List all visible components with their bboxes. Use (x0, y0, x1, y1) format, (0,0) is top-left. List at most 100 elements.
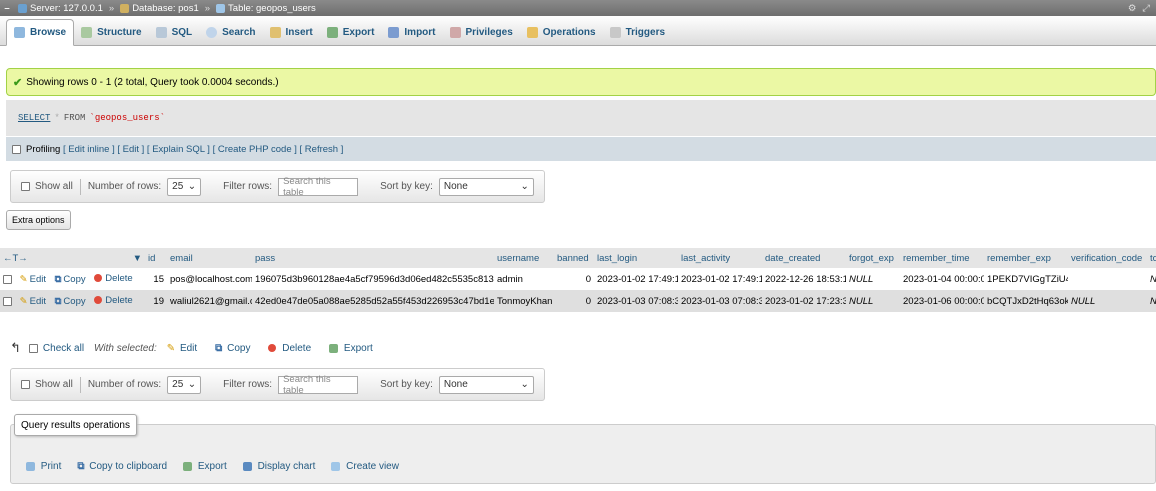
cell-pass[interactable]: 196075d3b960128ae4a5cf79596d3d06ed482c55… (252, 268, 494, 290)
check-all-checkbox[interactable] (28, 343, 38, 353)
extra-options-button[interactable]: Extra options (6, 210, 71, 230)
bulk-copy-button[interactable]: ⧉ Copy (215, 343, 250, 354)
cell-last-login[interactable]: 2023-01-03 07:08:37 (594, 290, 678, 312)
tab-sql[interactable]: SQL (149, 19, 200, 45)
profiling-checkbox[interactable] (12, 144, 21, 154)
column-header-pass[interactable]: pass (252, 248, 494, 268)
column-header-id[interactable]: id (145, 248, 167, 268)
cell-pass[interactable]: 42ed0e47de05a088ae5285d52a55f453d226953c… (252, 290, 494, 312)
row-copy-button[interactable]: ⧉ Copy (55, 296, 86, 307)
show-all-checkbox[interactable] (21, 380, 30, 389)
chevron-down-icon: ⌄ (520, 379, 529, 390)
row-delete-button[interactable]: Delete (94, 273, 133, 284)
tab-privileges[interactable]: Privileges (443, 19, 520, 45)
tab-triggers[interactable]: Triggers (603, 19, 672, 45)
success-message: ✔ Showing rows 0 - 1 (2 total, Query too… (6, 68, 1156, 96)
cell-remember-time[interactable]: 2023-01-06 00:00:00 (900, 290, 984, 312)
breadcrumb-database[interactable]: Database: pos1 (120, 3, 199, 14)
column-header-username[interactable]: username (494, 248, 554, 268)
cell-banned[interactable]: 0 (554, 290, 594, 312)
number-of-rows-select[interactable]: 25 ⌄ (167, 177, 202, 196)
column-arrows[interactable]: ←T→ ▼ (0, 248, 145, 268)
collapse-arrows-icon[interactable]: ⤢ (1142, 3, 1150, 14)
settings-gear-icon[interactable]: ⚙ (1128, 3, 1137, 14)
filter-rows-input[interactable]: Search this table (278, 374, 359, 396)
copy-icon: ⧉ (215, 342, 223, 354)
navigation-panel-bottom: Show all Number of rows: 25 ⌄ Filter rows… (10, 368, 545, 401)
operations-icon (526, 26, 538, 38)
cell-to[interactable]: N (1147, 290, 1156, 312)
cell-last-login[interactable]: 2023-01-02 17:49:16 (594, 268, 678, 290)
cell-id[interactable]: 15 (145, 268, 167, 290)
column-header-last-activity[interactable]: last_activity (678, 248, 762, 268)
tab-structure[interactable]: Structure (74, 19, 148, 45)
bulk-edit-button[interactable]: ✎ Edit (167, 343, 197, 354)
column-header-email[interactable]: email (167, 248, 252, 268)
tab-search[interactable]: Search (199, 19, 262, 45)
cell-verification-code[interactable]: NULL (1068, 290, 1147, 312)
column-header-date-created[interactable]: date_created (762, 248, 846, 268)
tab-operations[interactable]: Operations (520, 19, 603, 45)
print-link[interactable]: Print (26, 461, 61, 472)
filter-rows-input[interactable]: Search this table (278, 176, 359, 198)
row-delete-button[interactable]: Delete (94, 295, 133, 306)
cell-id[interactable]: 19 (145, 290, 167, 312)
bulk-delete-button[interactable]: Delete (268, 343, 311, 354)
display-chart-link[interactable]: Display chart (242, 461, 315, 472)
column-header-remember-exp[interactable]: remember_exp (984, 248, 1068, 268)
pencil-icon: ✎ (19, 296, 28, 308)
sort-down-icon[interactable]: ▼ (133, 253, 142, 264)
column-header-remember-time[interactable]: remember_time (900, 248, 984, 268)
query-links[interactable]: [ Edit inline ] [ Edit ] [ Explain SQL ]… (63, 144, 343, 155)
query-operations-links: Print ⧉ Copy to clipboard Export Display… (26, 458, 415, 474)
collapse-icon[interactable]: – (2, 3, 12, 14)
cell-username[interactable]: TonmoyKhan (494, 290, 554, 312)
breadcrumb-server[interactable]: Server: 127.0.0.1 (18, 3, 103, 14)
cell-last-activity[interactable]: 2023-01-02 17:49:16 (678, 268, 762, 290)
cell-forgot-exp[interactable]: NULL (846, 268, 900, 290)
tab-export[interactable]: Export (320, 19, 382, 45)
breadcrumb-table[interactable]: Table: geopos_users (216, 3, 316, 14)
copy-to-clipboard-link[interactable]: ⧉ Copy to clipboard (77, 461, 167, 472)
bulk-export-button[interactable]: Export (329, 343, 373, 354)
column-header-last-login[interactable]: last_login (594, 248, 678, 268)
delete-icon (268, 344, 277, 352)
cell-date-created[interactable]: 2022-12-26 18:53:13 (762, 268, 846, 290)
column-header-verification-code[interactable]: verification_code (1068, 248, 1147, 268)
create-view-link[interactable]: Create view (331, 461, 399, 472)
structure-icon (81, 26, 93, 38)
row-edit-button[interactable]: ✎ Edit (20, 296, 46, 307)
sort-by-key-select[interactable]: None ⌄ (438, 375, 534, 394)
cell-username[interactable]: admin (494, 268, 554, 290)
table-row: ✎ Edit ⧉ Copy Delete 15 pos@localhost.com … (0, 268, 1156, 290)
cell-remember-exp[interactable]: 1PEKD7VIGgTZiU4F (984, 268, 1068, 290)
insert-icon (269, 26, 281, 38)
tab-browse[interactable]: Browse (6, 19, 75, 46)
cell-banned[interactable]: 0 (554, 268, 594, 290)
cell-verification-code[interactable] (1068, 268, 1147, 290)
cell-forgot-exp[interactable]: NULL (846, 290, 900, 312)
column-header-banned[interactable]: banned (554, 248, 594, 268)
number-of-rows-select[interactable]: 25 ⌄ (167, 375, 202, 394)
cell-remember-exp[interactable]: bCQTJxD2tHq63oku (984, 290, 1068, 312)
cell-date-created[interactable]: 2023-01-02 17:23:34 (762, 290, 846, 312)
column-header-forgot-exp[interactable]: forgot_exp (846, 248, 900, 268)
cell-last-activity[interactable]: 2023-01-03 07:08:37 (678, 290, 762, 312)
tab-insert[interactable]: Insert (263, 19, 320, 45)
copy-icon: ⧉ (54, 274, 62, 286)
cell-remember-time[interactable]: 2023-01-04 00:00:00 (900, 268, 984, 290)
row-checkbox[interactable] (3, 275, 12, 285)
sort-by-key-select[interactable]: None ⌄ (438, 177, 534, 196)
row-edit-button[interactable]: ✎ Edit (20, 274, 46, 285)
cell-to[interactable]: N (1147, 268, 1156, 290)
export-link[interactable]: Export (183, 461, 227, 472)
cell-email[interactable]: waliul2621@gmail.com (167, 290, 252, 312)
show-all-checkbox[interactable] (21, 182, 30, 191)
sql-select-keyword[interactable]: SELECT (18, 113, 50, 123)
column-header-to[interactable]: to (1147, 248, 1156, 268)
check-all-label[interactable]: Check all (43, 343, 84, 354)
cell-email[interactable]: pos@localhost.com (167, 268, 252, 290)
row-copy-button[interactable]: ⧉ Copy (55, 274, 86, 285)
row-checkbox[interactable] (3, 297, 12, 307)
tab-import[interactable]: Import (381, 19, 442, 45)
